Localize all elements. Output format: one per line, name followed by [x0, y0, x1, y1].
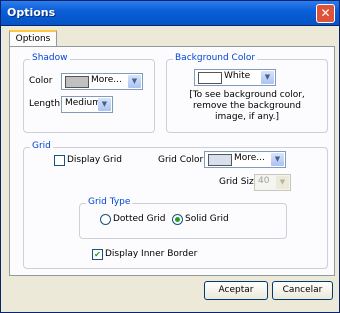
background-color-swatch — [198, 72, 222, 84]
display-inner-border-label[interactable]: Display Inner Border — [105, 249, 197, 259]
grid-size-dropdown[interactable]: 40 ▼ — [254, 174, 291, 191]
shadow-color-dropdown[interactable]: More... ▼ — [61, 73, 143, 90]
chevron-down-icon[interactable]: ▼ — [276, 176, 289, 189]
solid-grid-radio[interactable] — [172, 214, 183, 225]
ok-button[interactable]: Aceptar — [204, 281, 268, 300]
shadow-length-label: Length — [29, 99, 61, 109]
shadow-group-label: Shadow — [30, 53, 70, 63]
display-grid-checkbox[interactable] — [54, 155, 65, 166]
grid-color-value: More... — [234, 153, 265, 163]
grid-size-value: 40 — [258, 176, 270, 186]
checkmark-icon: ✔ — [94, 250, 101, 259]
grid-color-swatch — [208, 154, 232, 166]
grid-color-label: Grid Color — [158, 155, 204, 165]
chevron-down-icon[interactable]: ▼ — [261, 71, 274, 84]
shadow-color-label: Color — [29, 76, 53, 86]
dotted-grid-label[interactable]: Dotted Grid — [113, 214, 166, 224]
window-title: Options — [7, 6, 56, 19]
shadow-length-value: Medium — [65, 98, 101, 108]
grid-group: Grid Display Grid Grid Color More... ▼ G… — [23, 141, 328, 269]
solid-grid-label[interactable]: Solid Grid — [185, 214, 229, 224]
background-note-line1: [To see background color, — [189, 90, 305, 100]
grid-color-dropdown[interactable]: More... ▼ — [204, 151, 286, 168]
title-bar[interactable]: Options ✕ — [1, 1, 339, 26]
background-note: [To see background color, remove the bac… — [169, 90, 325, 123]
background-note-line2: remove the background — [193, 101, 301, 111]
chevron-down-icon[interactable]: ▼ — [128, 75, 141, 88]
background-color-dropdown[interactable]: White ▼ — [194, 69, 276, 86]
grid-group-label: Grid — [30, 141, 53, 151]
close-button[interactable]: ✕ — [316, 4, 335, 23]
display-grid-label[interactable]: Display Grid — [67, 155, 122, 165]
shadow-length-dropdown[interactable]: Medium ▼ — [61, 96, 113, 113]
cancel-button[interactable]: Cancelar — [272, 281, 333, 300]
shadow-color-value: More... — [91, 75, 122, 85]
background-color-group-label: Background Color — [173, 53, 258, 63]
chevron-down-icon[interactable]: ▼ — [271, 153, 284, 166]
chevron-down-icon[interactable]: ▼ — [98, 98, 111, 111]
background-note-line3: image, if any.] — [215, 112, 279, 122]
grid-type-group: Grid Type Dotted Grid Solid Grid — [79, 197, 287, 239]
grid-type-group-label: Grid Type — [86, 197, 133, 207]
shadow-group: Shadow Color More... ▼ Length Medium ▼ — [23, 53, 155, 133]
options-dialog: Options ✕ Options Shadow Color More... ▼… — [0, 0, 340, 313]
background-color-value: White — [224, 71, 251, 81]
shadow-color-swatch — [65, 76, 89, 88]
options-panel: Shadow Color More... ▼ Length Medium ▼ B… — [9, 46, 335, 276]
dotted-grid-radio[interactable] — [100, 214, 111, 225]
display-inner-border-checkbox[interactable]: ✔ — [92, 249, 103, 260]
radio-selected-dot — [175, 217, 180, 222]
close-icon: ✕ — [320, 6, 331, 20]
background-color-group: Background Color White ▼ [To see backgro… — [166, 53, 328, 133]
tab-options[interactable]: Options — [9, 30, 57, 47]
